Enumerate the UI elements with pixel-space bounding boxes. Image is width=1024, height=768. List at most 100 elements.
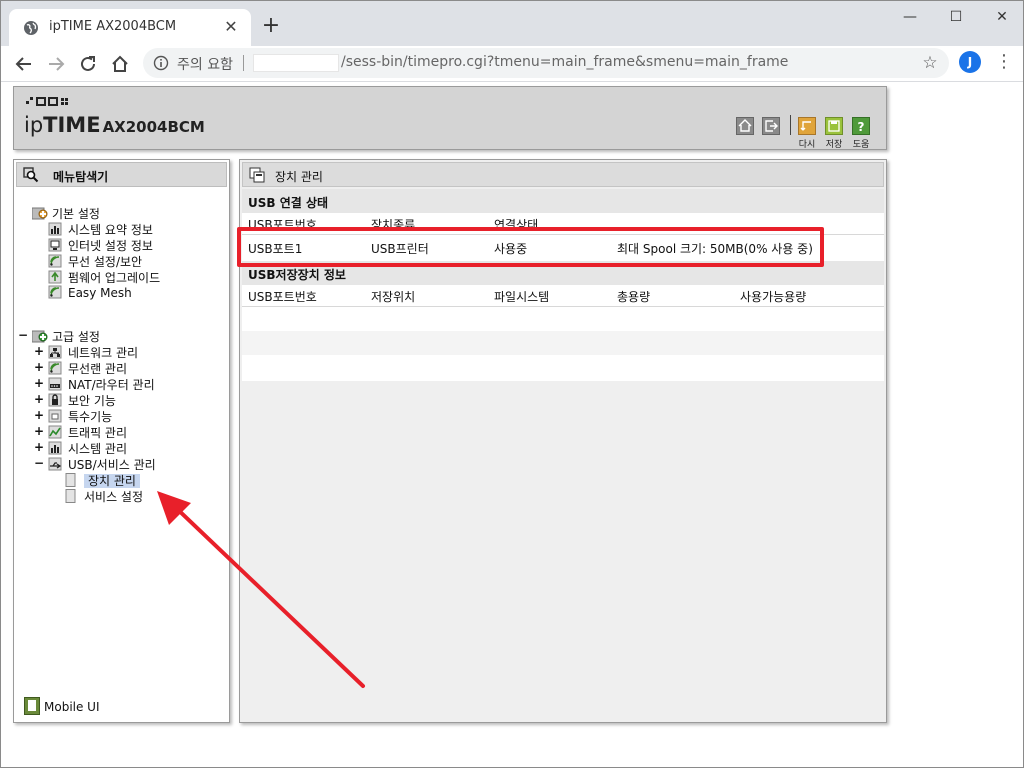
traffic-chart-icon (48, 425, 62, 439)
maximize-button[interactable]: ☐ (933, 5, 979, 29)
close-window-button[interactable]: ✕ (979, 5, 1023, 29)
back-icon[interactable] (11, 51, 37, 77)
browser-tab[interactable]: ipTIME AX2004BCM ✕ (9, 9, 251, 46)
iptime-logo: ipTIME AX2004BCM (24, 113, 205, 137)
collapse-advanced-toggle[interactable]: − (18, 328, 28, 342)
table-row (242, 355, 884, 379)
help-icon[interactable]: ? (852, 117, 870, 135)
reload-page-icon[interactable] (75, 51, 101, 77)
tree-usb-service-label: USB/서비스 관리 (68, 458, 156, 472)
col-header-available: 사용가능용량 (740, 290, 807, 304)
expand-system-toggle[interactable]: + (34, 440, 44, 454)
expand-network-toggle[interactable]: + (34, 344, 44, 358)
monitor-icon (48, 238, 62, 252)
home-page-icon[interactable] (107, 51, 133, 77)
bar-chart-icon (48, 441, 62, 455)
tree-easy-mesh-label: Easy Mesh (68, 286, 132, 300)
tree-firmware-upgrade[interactable]: 펌웨어 업그레이드 (48, 269, 160, 285)
highlight-annotation-box (237, 227, 824, 267)
magnifier-icon (23, 167, 39, 183)
tree-network-management-label: 네트워크 관리 (68, 346, 139, 360)
tree-nat-router[interactable]: NAT/라우터 관리 (48, 376, 155, 392)
tree-network-management[interactable]: 네트워크 관리 (48, 344, 138, 360)
usb-status-section-title: USB 연결 상태 (242, 189, 884, 213)
tree-system-management[interactable]: 시스템 관리 (48, 440, 127, 456)
tree-wireless-management[interactable]: 무선랜 관리 (48, 360, 127, 376)
tree-advanced-settings-label: 고급 설정 (52, 330, 100, 344)
home-icon[interactable] (736, 117, 754, 135)
tree-firmware-upgrade-label: 펌웨어 업그레이드 (68, 271, 161, 285)
page-icon (65, 473, 76, 487)
reload-icon[interactable] (798, 117, 816, 135)
security-warning[interactable]: 주의 요함 (177, 54, 233, 74)
tree-system-summary[interactable]: 시스템 요약 정보 (48, 221, 153, 237)
tree-internet-info[interactable]: 인터넷 설정 정보 (48, 237, 153, 253)
expand-nat-toggle[interactable]: + (34, 376, 44, 390)
new-tab-button[interactable]: + (259, 15, 283, 39)
tree-traffic-management[interactable]: 트래픽 관리 (48, 424, 127, 440)
tree-basic-settings-label: 기본 설정 (52, 207, 100, 221)
content-title-bar: 장치 관리 (242, 162, 884, 187)
tree-usb-service[interactable]: USB/서비스 관리 (48, 456, 156, 472)
tree-device-management[interactable]: 장치 관리 (64, 472, 140, 488)
tree-wireless-security[interactable]: 무선 설정/보안 (48, 253, 142, 269)
mobile-ui-label: Mobile UI (44, 700, 100, 714)
logout-icon[interactable] (762, 117, 780, 135)
header-separator (790, 115, 791, 135)
url-text[interactable]: /sess-bin/timepro.cgi?tmenu=main_frame&s… (341, 54, 788, 70)
logo-dots-icon (26, 97, 68, 106)
minimize-button[interactable]: — (887, 5, 933, 29)
expand-security-toggle[interactable]: + (34, 392, 44, 406)
collapse-usb-toggle[interactable]: − (34, 456, 44, 470)
router-icon (48, 377, 62, 391)
bookmark-star-icon[interactable]: ☆ (921, 54, 939, 72)
browser-menu-icon[interactable]: ⋮ (995, 51, 1013, 73)
storage-header-row: USB포트번호 저장위치 파일시스템 총용량 사용가능용량 (242, 285, 884, 307)
forward-icon[interactable] (43, 51, 69, 77)
tree-easy-mesh[interactable]: Easy Mesh (48, 285, 132, 301)
model-name: AX2004BCM (102, 118, 205, 136)
wifi-icon (48, 361, 62, 375)
tree-nat-router-label: NAT/라우터 관리 (68, 378, 155, 392)
tree-advanced-settings[interactable]: 고급 설정 (32, 328, 100, 344)
profile-avatar[interactable]: J (959, 51, 981, 73)
menu-explorer-title: 메뉴탐색기 (53, 170, 109, 184)
tree-service-settings[interactable]: 서비스 설정 (64, 488, 143, 504)
globe-icon (24, 21, 38, 35)
save-label: 저장 (825, 140, 843, 150)
mesh-wifi-icon (48, 285, 62, 299)
page-title: 장치 관리 (275, 170, 323, 184)
mobile-ui-link[interactable]: Mobile UI (24, 697, 100, 715)
bar-chart-icon (48, 222, 62, 236)
special-function-icon (48, 409, 62, 423)
usb-icon (48, 457, 62, 471)
browser-toolbar: 주의 요함 /sess-bin/timepro.cgi?tmenu=main_f… (1, 46, 1023, 82)
save-icon[interactable] (825, 117, 843, 135)
help-label: 도움 (852, 140, 870, 150)
folder-gear-icon (32, 207, 48, 220)
logo-ip: ip (24, 113, 44, 137)
router-header: ipTIME AX2004BCM 다시 저장 ? 도움 (13, 86, 887, 150)
expand-special-toggle[interactable]: + (34, 408, 44, 422)
info-icon[interactable] (153, 55, 169, 71)
lock-icon (48, 393, 62, 407)
col-header-filesystem: 파일시스템 (494, 290, 550, 304)
tree-security-functions-label: 보안 기능 (68, 394, 116, 408)
omnibox-separator (243, 55, 244, 71)
tree-special-functions[interactable]: 특수기능 (48, 408, 112, 424)
logo-time: TIME (43, 113, 101, 137)
table-row (242, 307, 884, 331)
menu-explorer-header: 메뉴탐색기 (16, 162, 227, 187)
tree-basic-settings[interactable]: 기본 설정 (32, 205, 100, 221)
tree-system-management-label: 시스템 관리 (68, 442, 128, 456)
tab-strip: ipTIME AX2004BCM ✕ + — ☐ ✕ (1, 1, 1023, 46)
expand-traffic-toggle[interactable]: + (34, 424, 44, 438)
col-header-port: USB포트번호 (248, 290, 317, 304)
svg-text:?: ? (858, 120, 865, 134)
tree-security-functions[interactable]: 보안 기능 (48, 392, 116, 408)
tree-wireless-management-label: 무선랜 관리 (68, 362, 128, 376)
expand-wireless-toggle[interactable]: + (34, 360, 44, 374)
address-bar[interactable]: 주의 요함 /sess-bin/timepro.cgi?tmenu=main_f… (143, 48, 949, 78)
tab-close-icon[interactable]: ✕ (221, 17, 241, 37)
tree-service-settings-label: 서비스 설정 (84, 490, 144, 504)
